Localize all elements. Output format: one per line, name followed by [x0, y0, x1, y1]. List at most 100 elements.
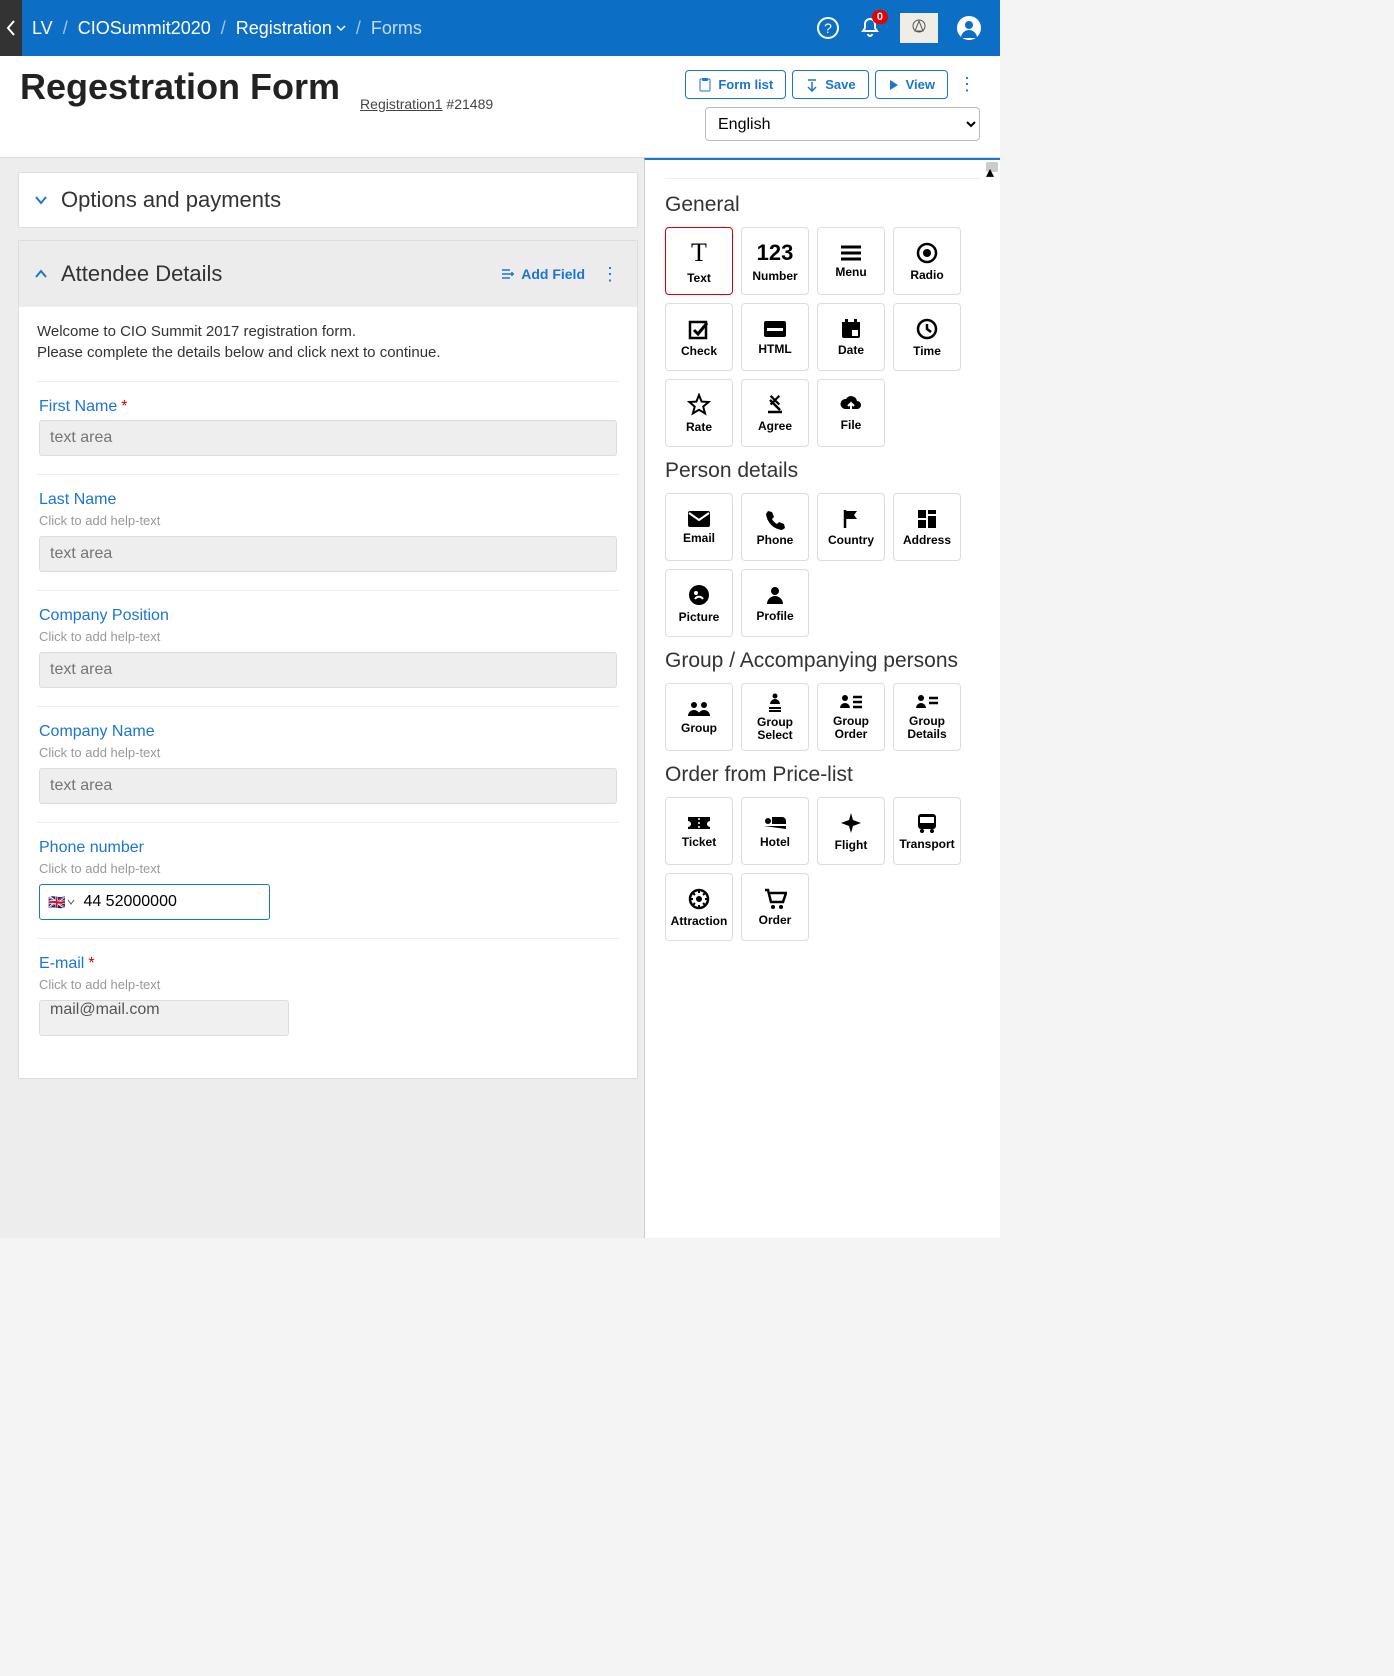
collapse-toggle[interactable] [33, 192, 49, 208]
separator: / [63, 18, 68, 39]
back-button[interactable] [0, 0, 22, 56]
profile-button[interactable] [956, 15, 982, 41]
crumb-event[interactable]: CIOSummit2020 [78, 18, 211, 39]
topbar-actions: ? 0 [816, 13, 1000, 43]
attendee-title: Attendee Details [61, 261, 222, 287]
tile-label: Order [759, 914, 792, 927]
first-name-input[interactable] [39, 420, 617, 456]
tile-country[interactable]: Country [817, 493, 885, 561]
email-input[interactable]: mail@mail.com [39, 1000, 289, 1036]
tile-group-order[interactable]: Group Order [817, 683, 885, 751]
svg-text:?: ? [824, 20, 832, 36]
company-name-input[interactable] [39, 768, 617, 804]
form-list-label: Form list [718, 77, 773, 92]
brand-logo[interactable] [900, 13, 938, 43]
tile-address[interactable]: Address [893, 493, 961, 561]
help-icon[interactable]: ? [816, 16, 840, 40]
tile-html[interactable]: HTML [741, 303, 809, 371]
crumb-forms[interactable]: Forms [371, 18, 422, 39]
more-menu[interactable]: ⋮ [954, 74, 980, 95]
tile-rate[interactable]: Rate [665, 379, 733, 447]
user-circle-icon [956, 15, 982, 41]
tile-label: Hotel [760, 836, 790, 849]
panel-more-menu[interactable]: ⋮ [597, 264, 623, 285]
collapse-toggle[interactable] [33, 266, 49, 282]
tile-ticket[interactable]: Ticket [665, 797, 733, 865]
breadcrumb: LV / CIOSummit2020 / Registration / Form… [22, 18, 422, 39]
tile-agree[interactable]: ✕ Agree [741, 379, 809, 447]
section-general: General [665, 193, 980, 217]
last-name-input[interactable] [39, 536, 617, 572]
last-name-label: Last Name [39, 491, 617, 509]
hotel-icon [762, 814, 788, 832]
tile-label: Email [683, 532, 715, 545]
tile-profile[interactable]: Profile [741, 569, 809, 637]
attraction-icon [687, 887, 711, 911]
ticket-icon [686, 814, 712, 832]
registration-link[interactable]: Registration1 [360, 96, 443, 112]
add-field-button[interactable]: Add Field [501, 266, 585, 282]
form-list-button[interactable]: Form list [685, 70, 786, 99]
section-person: Person details [665, 459, 980, 483]
last-name-helptext[interactable]: Click to add help-text [39, 513, 617, 528]
tile-radio[interactable]: Radio [893, 227, 961, 295]
tile-flight[interactable]: Flight [817, 797, 885, 865]
phone-input[interactable] [81, 892, 261, 912]
tile-date[interactable]: Date [817, 303, 885, 371]
chevron-down-icon [33, 192, 49, 208]
tile-group-select[interactable]: Group Select [741, 683, 809, 751]
crumb-registration[interactable]: Registration [236, 18, 346, 39]
notifications-button[interactable]: 0 [858, 16, 882, 40]
crumb-lv[interactable]: LV [32, 18, 53, 39]
tile-order[interactable]: Order [741, 873, 809, 941]
company-name-helptext[interactable]: Click to add help-text [39, 745, 617, 760]
company-position-input[interactable] [39, 652, 617, 688]
field-company-name: Company Name Click to add help-text [37, 706, 619, 822]
tile-number[interactable]: 123Number [741, 227, 809, 295]
options-title: Options and payments [61, 187, 281, 213]
notif-count: 0 [872, 10, 888, 24]
tile-label: Text [687, 272, 711, 285]
country-code-picker[interactable]: 🇬🇧 [48, 894, 75, 911]
tile-label: Phone [757, 534, 794, 547]
tile-time[interactable]: Time [893, 303, 961, 371]
tile-label: Country [828, 534, 874, 547]
svg-text:✕: ✕ [768, 394, 781, 410]
text-icon: T [691, 238, 707, 268]
company-position-helptext[interactable]: Click to add help-text [39, 629, 617, 644]
clipboard-icon [698, 78, 712, 92]
phone-helptext[interactable]: Click to add help-text [39, 861, 617, 876]
tile-label: Group Details [896, 715, 958, 740]
scroll-up-indicator[interactable]: ▴ [986, 162, 998, 172]
save-icon [805, 78, 819, 92]
save-label: Save [825, 77, 855, 92]
view-button[interactable]: View [875, 70, 948, 99]
tile-check[interactable]: Check [665, 303, 733, 371]
tile-email[interactable]: Email [665, 493, 733, 561]
save-button[interactable]: Save [792, 70, 868, 99]
tile-label: Agree [758, 420, 792, 433]
tile-group-details[interactable]: Group Details [893, 683, 961, 751]
tile-label: Check [681, 345, 717, 358]
uk-flag-icon: 🇬🇧 [48, 894, 65, 911]
tile-attraction[interactable]: Attraction [665, 873, 733, 941]
tile-hotel[interactable]: Hotel [741, 797, 809, 865]
field-company-position: Company Position Click to add help-text [37, 590, 619, 706]
add-field-icon [501, 268, 515, 280]
tile-group[interactable]: Group [665, 683, 733, 751]
email-helptext[interactable]: Click to add help-text [39, 977, 617, 992]
caret-down-icon [67, 899, 75, 905]
chevron-left-icon [6, 20, 16, 36]
tile-picture[interactable]: Picture [665, 569, 733, 637]
panel-collapse-button[interactable] [644, 160, 645, 198]
field-first-name: First Name* [37, 381, 619, 474]
tile-label: Group Order [820, 715, 882, 740]
tile-phone[interactable]: Phone [741, 493, 809, 561]
tile-text[interactable]: T Text [665, 227, 733, 295]
language-select[interactable]: English [705, 107, 980, 141]
email-label: E-mail* [39, 955, 617, 973]
tile-menu[interactable]: Menu [817, 227, 885, 295]
field-last-name: Last Name Click to add help-text [37, 474, 619, 590]
tile-transport[interactable]: Transport [893, 797, 961, 865]
tile-file[interactable]: File [817, 379, 885, 447]
